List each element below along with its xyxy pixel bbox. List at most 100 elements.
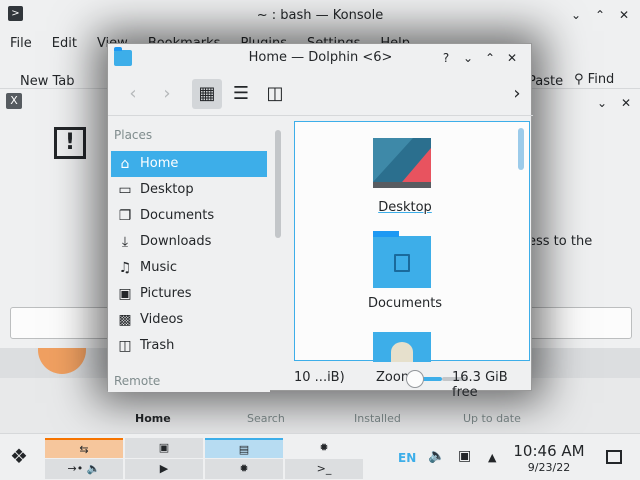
paste-label: Paste <box>528 74 564 89</box>
minimize-icon[interactable]: ⌄ <box>594 95 610 111</box>
zoom-slider-handle[interactable] <box>406 370 424 388</box>
close-icon[interactable]: ✕ <box>616 7 632 23</box>
app-launcher-icon[interactable]: ❖ <box>10 446 28 466</box>
discover-task-icon: ⇆ <box>79 443 89 456</box>
dialog-message: ess to the <box>528 234 593 249</box>
task-dolphin[interactable]: ▤ <box>205 438 283 458</box>
forward-icon[interactable]: › <box>152 79 182 109</box>
task-konsole[interactable]: >_ <box>285 459 363 479</box>
find-button[interactable]: ⚲ Find <box>574 72 614 87</box>
dolphin-titlebar[interactable]: Home — Dolphin <6> ? ⌄ ⌃ ✕ <box>108 44 533 72</box>
konsole-task-icon: >_ <box>316 462 332 475</box>
file-item-documents[interactable]: Documents <box>355 231 455 316</box>
tab-search[interactable]: Search <box>247 412 285 425</box>
desktop-icon: ▭ <box>118 182 132 198</box>
file-name: Desktop <box>378 200 432 215</box>
task-dialog[interactable]: ▣ <box>125 438 203 458</box>
clock-time[interactable]: 10:46 AM <box>504 442 594 460</box>
close-icon[interactable]: ✕ <box>504 50 520 66</box>
maximize-icon[interactable]: ⌃ <box>482 50 498 66</box>
minimize-icon[interactable]: ⌄ <box>460 50 476 66</box>
keyboard-layout[interactable]: EN <box>398 451 416 465</box>
tab-home[interactable]: Home <box>135 412 171 425</box>
places-header: Places <box>114 128 153 142</box>
tray-expand-icon[interactable]: ▲ <box>488 451 496 464</box>
new-tab-label: New Tab <box>20 74 75 89</box>
task-audio[interactable]: →• 🔈 <box>45 459 123 479</box>
network-icon[interactable]: ▣ <box>458 448 471 464</box>
file-view[interactable]: Desktop Documents <box>294 121 530 362</box>
folder-icon <box>373 332 431 362</box>
task-discover[interactable]: ⇆ <box>45 438 123 458</box>
remote-header: Remote <box>114 374 161 388</box>
new-tab-button[interactable]: New Tab <box>20 74 75 89</box>
task-terminal[interactable]: ▶ <box>125 459 203 479</box>
file-item-partial[interactable] <box>355 332 455 362</box>
icons-view-icon[interactable]: ▦ <box>192 79 222 109</box>
konsole-title: ~ : bash — Konsole <box>256 8 384 23</box>
music-icon: ♫ <box>118 260 132 276</box>
menu-file[interactable]: File <box>0 36 42 51</box>
place-label: Home <box>140 156 179 171</box>
taskbar: ❖ ⇆ ▣ ▤ ✹ →• 🔈 ▶ ✹ >_ EN 🔈 ▣ ▲ 10:46 AM … <box>0 433 640 480</box>
dolphin-toolbar: ‹ › ▦ ☰ ◫ › <box>108 72 533 116</box>
more-icon[interactable]: › <box>502 79 532 109</box>
task-browser[interactable]: ✹ <box>285 438 363 458</box>
compact-view-icon[interactable]: ☰ <box>226 79 256 109</box>
place-downloads[interactable]: ⤓ Downloads <box>111 229 267 255</box>
item-count: 10 ...iB) <box>294 370 345 385</box>
place-videos[interactable]: ▩ Videos <box>111 307 267 333</box>
place-label: Desktop <box>140 182 194 197</box>
warning-icon: ! <box>54 127 86 159</box>
place-label: Videos <box>140 312 184 327</box>
place-home[interactable]: ⌂ Home <box>111 151 267 177</box>
menu-edit[interactable]: Edit <box>42 36 87 51</box>
tab-up-to-date[interactable]: Up to date <box>463 412 521 425</box>
place-label: Music <box>140 260 177 275</box>
places-panel: Places ⌂ Home ▭ Desktop ❐ Documents ⤓ Do… <box>108 116 281 392</box>
minimize-icon[interactable]: ⌄ <box>568 7 584 23</box>
place-label: Pictures <box>140 286 192 301</box>
paste-button[interactable]: Paste <box>528 74 563 89</box>
clock-date[interactable]: 9/23/22 <box>504 461 594 474</box>
places-scrollbar[interactable] <box>275 130 281 238</box>
volume-icon[interactable]: 🔈 <box>428 448 445 464</box>
place-trash[interactable]: ◫ Trash <box>111 333 267 359</box>
close-icon[interactable]: ✕ <box>618 95 634 111</box>
folder-documents-icon <box>373 231 431 288</box>
back-icon[interactable]: ‹ <box>118 79 148 109</box>
x11-app-icon: X <box>6 93 22 109</box>
documents-icon: ❐ <box>118 208 132 224</box>
view-scrollbar[interactable] <box>518 128 524 170</box>
place-pictures[interactable]: ▣ Pictures <box>111 281 267 307</box>
place-documents[interactable]: ❐ Documents <box>111 203 267 229</box>
task-web[interactable]: ✹ <box>205 459 283 479</box>
dolphin-window: Home — Dolphin <6> ? ⌄ ⌃ ✕ ‹ › ▦ ☰ ◫ › P… <box>107 43 533 400</box>
downloads-icon: ⤓ <box>121 234 129 250</box>
maximize-icon[interactable]: ⌃ <box>592 7 608 23</box>
file-name: Documents <box>367 296 443 311</box>
terminal-task-icon: ▶ <box>159 462 169 475</box>
free-space: 16.3 GiB free <box>452 370 508 400</box>
search-icon: ⚲ <box>574 72 584 87</box>
konsole-titlebar[interactable]: > ~ : bash — Konsole ⌄ ⌃ ✕ <box>0 0 640 30</box>
speaker-task-icon: →• 🔈 <box>67 462 101 475</box>
app-task-icon: ▣ <box>158 441 170 454</box>
place-desktop[interactable]: ▭ Desktop <box>111 177 267 203</box>
pictures-icon: ▣ <box>118 286 132 302</box>
status-bar: 10 ...iB) Zoom: 16.3 GiB free <box>294 366 530 400</box>
tab-installed[interactable]: Installed <box>354 412 401 425</box>
file-item-desktop[interactable]: Desktop <box>355 138 455 218</box>
wallpaper-icon <box>373 138 431 188</box>
place-music[interactable]: ♫ Music <box>111 255 267 281</box>
folder-task-icon: ▤ <box>238 443 250 456</box>
place-label: Trash <box>140 338 175 353</box>
place-label: Documents <box>140 208 215 223</box>
place-label: Downloads <box>140 234 212 249</box>
details-view-icon[interactable]: ◫ <box>260 79 290 109</box>
web-task-icon: ✹ <box>239 462 249 475</box>
home-icon: ⌂ <box>120 156 130 172</box>
trash-icon: ◫ <box>118 338 132 354</box>
show-desktop-icon[interactable] <box>606 450 622 464</box>
help-icon[interactable]: ? <box>438 50 454 66</box>
